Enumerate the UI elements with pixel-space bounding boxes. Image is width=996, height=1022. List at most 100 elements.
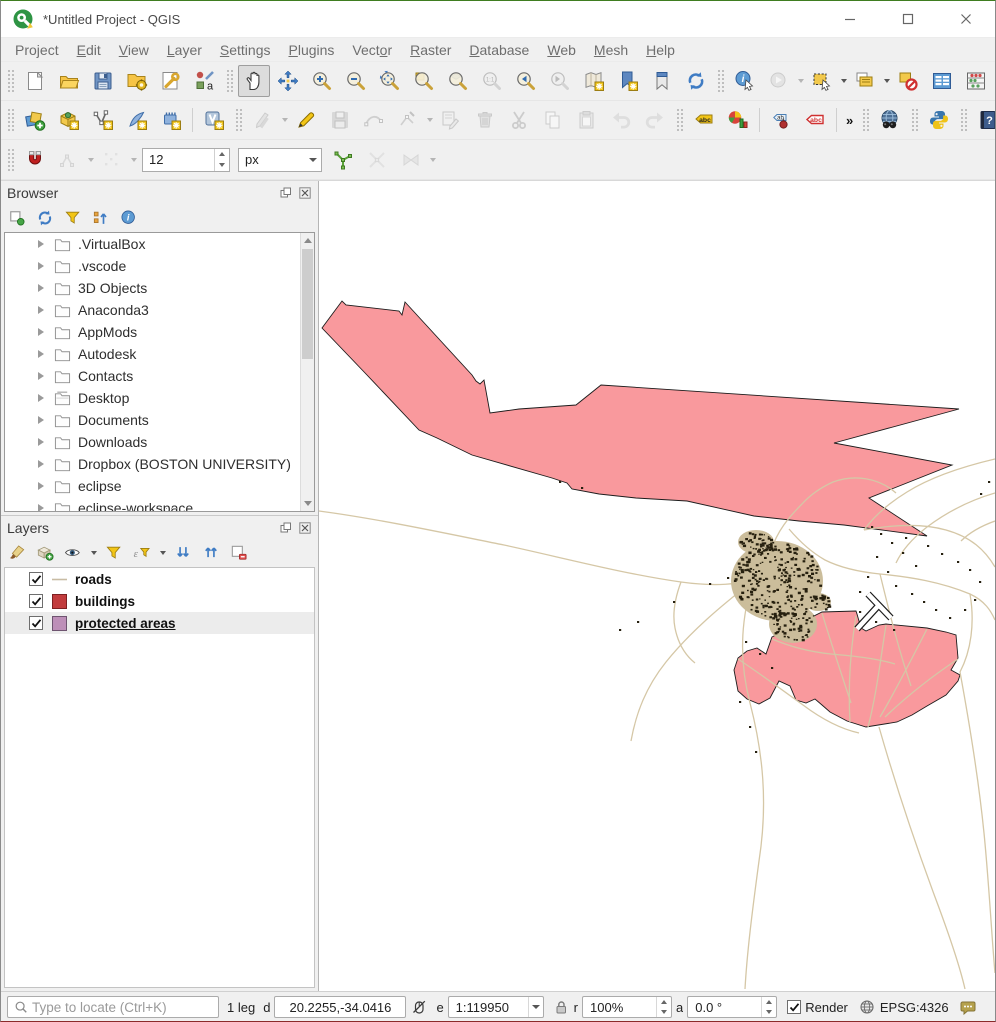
- new-virtual-layer-button[interactable]: [198, 104, 230, 136]
- project-properties-button[interactable]: [155, 65, 187, 97]
- browser-scrollbar[interactable]: [300, 233, 314, 511]
- map-themes-button[interactable]: [61, 541, 85, 565]
- snapping-unit-select[interactable]: px: [238, 148, 322, 172]
- new-memory-layer-button[interactable]: [155, 104, 187, 136]
- menu-project[interactable]: Project: [6, 40, 68, 60]
- layers-close-button[interactable]: [297, 520, 312, 535]
- remove-layer-button[interactable]: [227, 541, 251, 565]
- zoom-last-button[interactable]: [510, 65, 542, 97]
- expand-arrow-icon[interactable]: [38, 482, 44, 490]
- browser-item-autodesk[interactable]: Autodesk: [5, 343, 300, 365]
- add-group-button[interactable]: [33, 541, 57, 565]
- show-bookmarks-button[interactable]: [646, 65, 678, 97]
- toolbar-grip[interactable]: [861, 107, 870, 133]
- browser-item-appmods[interactable]: AppMods: [5, 321, 300, 343]
- rotation-spinbox[interactable]: 0.0 °: [687, 996, 777, 1018]
- expand-arrow-icon[interactable]: [38, 328, 44, 336]
- layer-row-buildings[interactable]: buildings: [5, 590, 314, 612]
- filter-expression-dropdown-icon[interactable]: [158, 538, 167, 568]
- menu-database[interactable]: Database: [460, 40, 538, 60]
- pan-to-selection-button[interactable]: [272, 65, 304, 97]
- menu-web[interactable]: Web: [538, 40, 585, 60]
- menu-plugins[interactable]: Plugins: [279, 40, 343, 60]
- expand-arrow-icon[interactable]: [38, 372, 44, 380]
- python-console-button[interactable]: [923, 104, 955, 136]
- filter-legend-button[interactable]: [102, 541, 126, 565]
- refresh-map-button[interactable]: [680, 65, 712, 97]
- panel-splitter-handle[interactable]: ······: [150, 503, 180, 512]
- scale-dropdown-icon[interactable]: [528, 997, 543, 1017]
- expand-arrow-icon[interactable]: [38, 394, 44, 402]
- select-by-value-dropdown-icon[interactable]: [882, 66, 891, 96]
- zoom-in-button[interactable]: [306, 65, 338, 97]
- snapping-tolerance-spinbox[interactable]: 12: [142, 148, 230, 172]
- browser-properties-button[interactable]: i: [117, 206, 141, 230]
- browser-item-documents[interactable]: Documents: [5, 409, 300, 431]
- browser-item-downloads[interactable]: Downloads: [5, 431, 300, 453]
- menu-settings[interactable]: Settings: [211, 40, 280, 60]
- scroll-up-icon[interactable]: [301, 233, 314, 248]
- zoom-to-layer-button[interactable]: [442, 65, 474, 97]
- close-button[interactable]: [937, 1, 995, 37]
- attribute-table-button[interactable]: [926, 65, 958, 97]
- menu-mesh[interactable]: Mesh: [585, 40, 637, 60]
- browser-item--virtualbox[interactable]: .VirtualBox: [5, 233, 300, 255]
- expand-arrow-icon[interactable]: [38, 284, 44, 292]
- toolbar-grip[interactable]: [675, 107, 684, 133]
- browser-item-contacts[interactable]: Contacts: [5, 365, 300, 387]
- toolbar-grip[interactable]: [959, 107, 968, 133]
- minimize-button[interactable]: [821, 1, 879, 37]
- map-themes-dropdown-icon[interactable]: [89, 538, 98, 568]
- render-checkbox[interactable]: [787, 1000, 801, 1014]
- identify-features-button[interactable]: i: [729, 65, 761, 97]
- browser-item-dropbox-boston-university-[interactable]: Dropbox (BOSTON UNIVERSITY): [5, 453, 300, 475]
- pan-map-button[interactable]: [238, 65, 270, 97]
- maximize-button[interactable]: [879, 1, 937, 37]
- menu-vector[interactable]: Vector: [343, 40, 401, 60]
- open-project-button[interactable]: [53, 65, 85, 97]
- crs-globe-icon[interactable]: [858, 998, 876, 1016]
- browser-item-3d-objects[interactable]: 3D Objects: [5, 277, 300, 299]
- layer-row-roads[interactable]: roads: [5, 568, 314, 590]
- menu-raster[interactable]: Raster: [401, 40, 460, 60]
- expand-arrow-icon[interactable]: [38, 306, 44, 314]
- toolbar-grip[interactable]: [225, 68, 234, 94]
- mouse-extent-toggle-icon[interactable]: [410, 998, 428, 1016]
- zoom-out-button[interactable]: [340, 65, 372, 97]
- menu-help[interactable]: Help: [637, 40, 684, 60]
- layer-styling-button[interactable]: [5, 541, 29, 565]
- collapse-all-button[interactable]: [199, 541, 223, 565]
- expand-arrow-icon[interactable]: [38, 240, 44, 248]
- lock-scale-icon[interactable]: [552, 998, 570, 1016]
- zoom-to-selection-button[interactable]: [408, 65, 440, 97]
- enable-snapping-button[interactable]: [19, 144, 51, 176]
- expand-arrow-icon[interactable]: [38, 350, 44, 358]
- scale-combobox[interactable]: 1:119950: [448, 996, 544, 1018]
- toolbar-grip[interactable]: [234, 107, 243, 133]
- toggle-editing-button[interactable]: [290, 104, 322, 136]
- crs-value[interactable]: EPSG:4326: [880, 1000, 949, 1015]
- select-by-value-button[interactable]: [849, 65, 881, 97]
- expand-arrow-icon[interactable]: [38, 504, 44, 511]
- layer-labeling-button[interactable]: abc: [688, 104, 720, 136]
- toolbar-grip[interactable]: [6, 68, 15, 94]
- magnifier-spinbox[interactable]: 100%: [582, 996, 672, 1018]
- toolbar-grip[interactable]: [716, 68, 725, 94]
- scroll-down-icon[interactable]: [301, 496, 314, 511]
- deselect-all-button[interactable]: [892, 65, 924, 97]
- toolbar-grip[interactable]: [6, 107, 15, 133]
- locate-search-input[interactable]: Type to locate (Ctrl+K): [7, 996, 219, 1018]
- new-project-button[interactable]: [19, 65, 51, 97]
- layer-visibility-checkbox[interactable]: [29, 616, 43, 630]
- browser-item-eclipse[interactable]: eclipse: [5, 475, 300, 497]
- expand-arrow-icon[interactable]: [38, 262, 44, 270]
- layout-manager-button[interactable]: [121, 65, 153, 97]
- layer-row-protected-areas[interactable]: protected areas: [5, 612, 314, 634]
- menu-layer[interactable]: Layer: [158, 40, 211, 60]
- toolbar-grip[interactable]: [6, 147, 15, 173]
- new-map-view-button[interactable]: [578, 65, 610, 97]
- layer-visibility-checkbox[interactable]: [29, 572, 43, 586]
- expand-arrow-icon[interactable]: [38, 438, 44, 446]
- style-manager-button[interactable]: a: [189, 65, 221, 97]
- expand-arrow-icon[interactable]: [38, 416, 44, 424]
